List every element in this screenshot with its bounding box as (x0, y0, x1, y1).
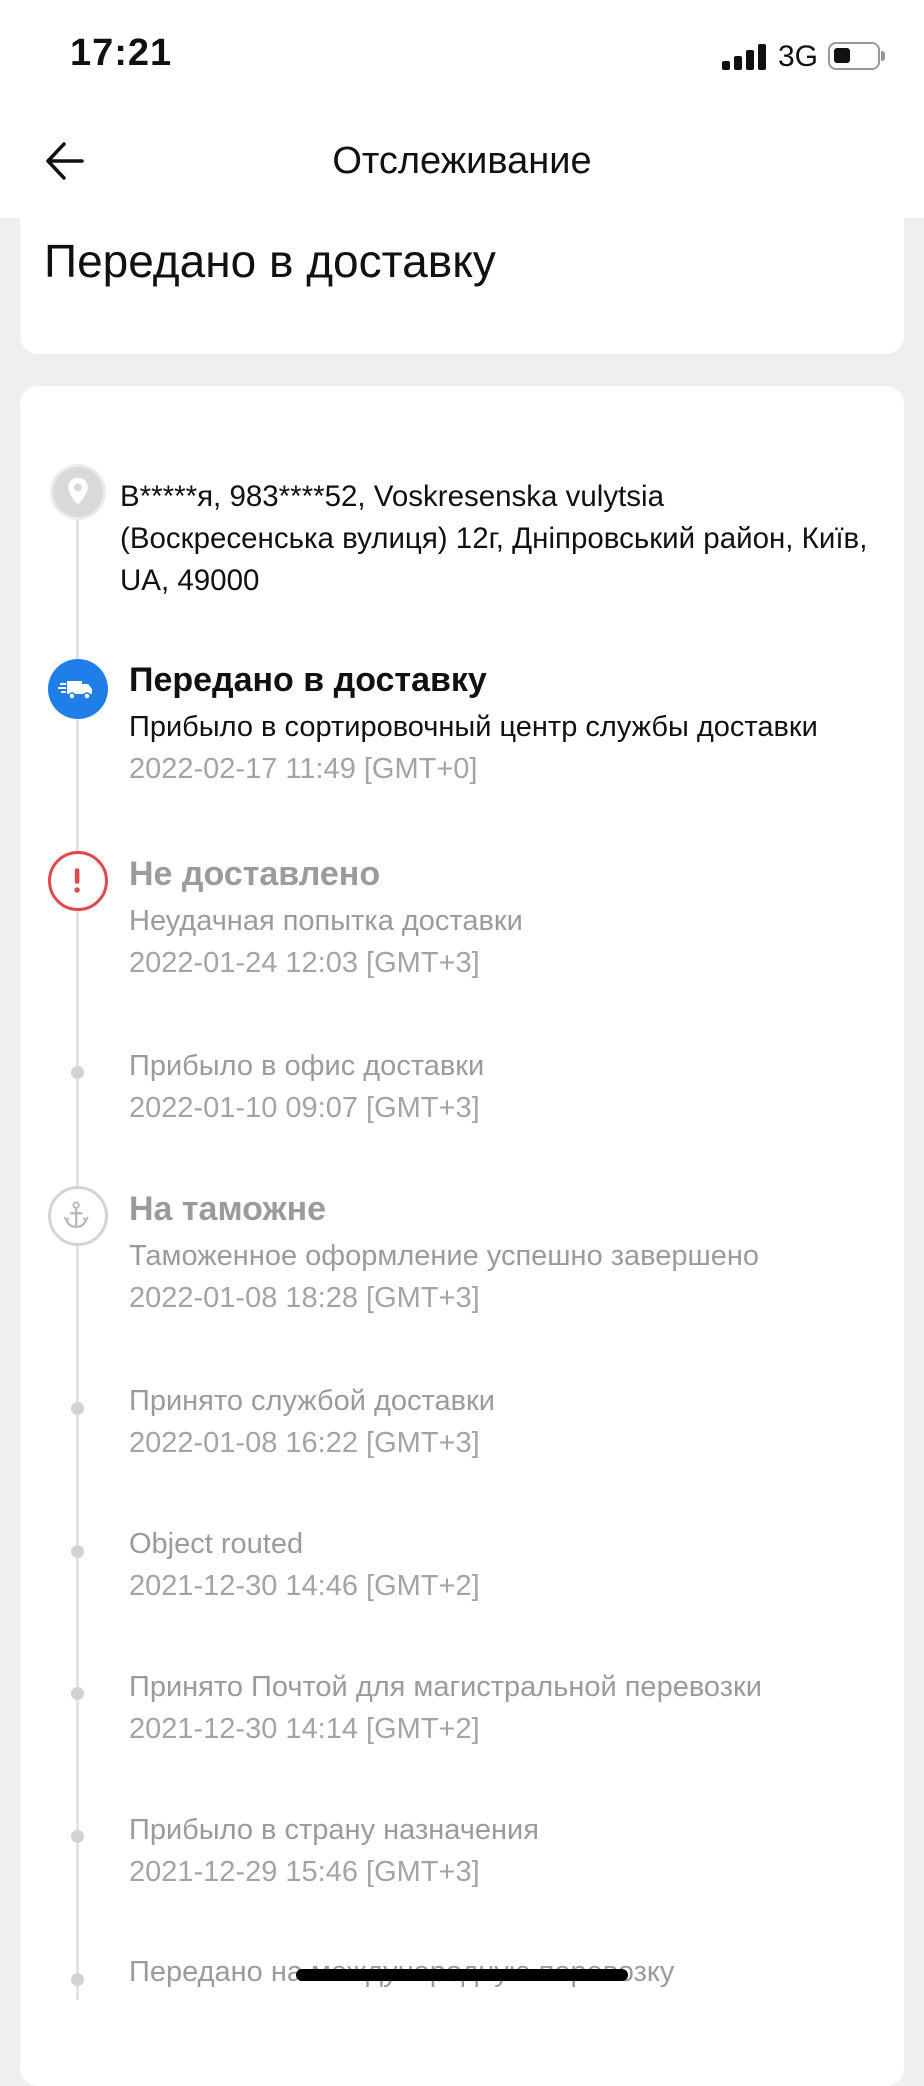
event-description: Неудачная попытка доставки (129, 905, 523, 937)
event-description: Прибыло в сортировочный центр службы дос… (129, 711, 818, 743)
event-time: 2021-12-30 14:46 [GMT+2] (129, 1570, 480, 1602)
event-time: 2022-02-17 11:49 [GMT+0] (129, 753, 478, 785)
event-title: Передано в доставку (129, 661, 487, 699)
timeline-event: Прибыло в страну назначения 2021-12-29 1… (129, 1809, 909, 1893)
dot-icon (71, 1973, 84, 1986)
timeline-event: Не доставлено Неудачная попытка доставки… (129, 852, 909, 984)
anchor-icon (48, 1186, 108, 1246)
dot-icon (71, 1687, 84, 1700)
nav-bar: Отслеживание (0, 110, 924, 218)
delivery-address: В*****я, 983****52, Voskresenska vulytsi… (120, 480, 868, 597)
dot-icon (71, 1402, 84, 1415)
status-bar: 17:21 3G (0, 0, 924, 110)
location-pin-icon (50, 464, 106, 520)
home-indicator[interactable] (296, 1969, 628, 1981)
event-time: 2022-01-10 09:07 [GMT+3] (129, 1092, 480, 1124)
battery-icon (828, 42, 880, 70)
battery-level (834, 48, 850, 63)
delivery-truck-icon (48, 659, 108, 719)
delivery-status-heading: Передано в доставку (44, 235, 496, 287)
timeline-event: Принято службой доставки 2022-01-08 16:2… (129, 1380, 909, 1464)
event-description: Принято службой доставки (129, 1385, 495, 1417)
event-description: Прибыло в страну назначения (129, 1814, 539, 1846)
signal-icon (722, 44, 768, 70)
event-time: 2022-01-08 16:22 [GMT+3] (129, 1427, 480, 1459)
timeline-event: Object routed 2021-12-30 14:46 [GMT+2] (129, 1523, 909, 1607)
event-title: Не доставлено (129, 855, 381, 893)
timeline-event: Передано в доставку Прибыло в сортировоч… (129, 658, 909, 790)
event-description: Object routed (129, 1528, 304, 1560)
event-description: Принято Почтой для магистральной перевоз… (129, 1671, 762, 1703)
battery-tip (881, 51, 885, 61)
timeline-event: Прибыло в офис доставки 2022-01-10 09:07… (129, 1045, 909, 1129)
event-time: 2021-12-30 14:14 [GMT+2] (129, 1713, 480, 1745)
event-description: Прибыло в офис доставки (129, 1050, 485, 1082)
page-title: Отслеживание (332, 140, 592, 182)
event-time: 2021-12-29 15:46 [GMT+3] (129, 1856, 480, 1888)
timeline-line (76, 520, 79, 2000)
status-time: 17:21 (70, 32, 173, 74)
timeline-event: На таможне Таможенное оформление успешно… (129, 1187, 909, 1319)
event-time: 2022-01-08 18:28 [GMT+3] (129, 1282, 480, 1314)
event-description: Таможенное оформление успешно завершено (129, 1240, 760, 1272)
dot-icon (71, 1066, 84, 1079)
timeline-event: Принято Почтой для магистральной перевоз… (129, 1666, 909, 1750)
event-time: 2022-01-24 12:03 [GMT+3] (129, 947, 480, 979)
alert-icon (48, 851, 108, 911)
network-label: 3G (778, 40, 819, 73)
dot-icon (71, 1545, 84, 1558)
dot-icon (71, 1830, 84, 1843)
event-title: На таможне (129, 1190, 327, 1228)
